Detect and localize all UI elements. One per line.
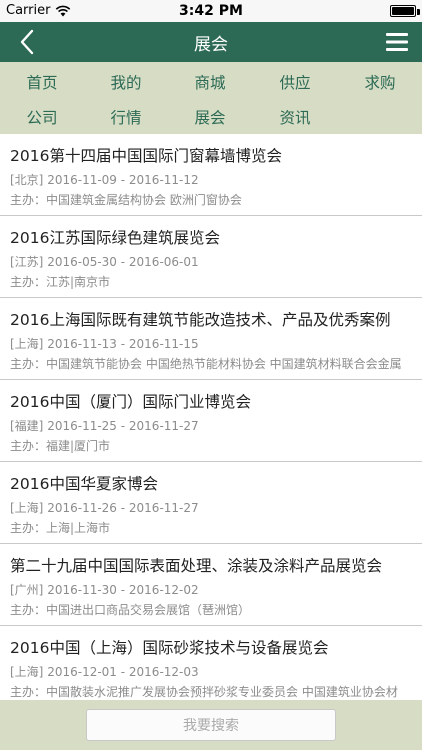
bottom-bar: 我要搜索 — [0, 700, 422, 750]
item-date-range: 2016-11-13 - 2016-11-15 — [47, 337, 199, 351]
item-date-range: 2016-05-30 - 2016-06-01 — [47, 255, 199, 269]
exhibition-list: 2016第十四届中国国际门窗幕墙博览会 [北京] 2016-11-09 - 20… — [0, 134, 422, 700]
item-region: [福建] — [10, 419, 44, 433]
category-market[interactable]: 行情 — [84, 99, 168, 135]
item-region: [上海] — [10, 665, 44, 679]
item-date-range: 2016-11-26 - 2016-11-27 — [47, 501, 199, 515]
page-title: 展会 — [194, 34, 228, 55]
category-news[interactable]: 资讯 — [253, 99, 337, 135]
category-supply[interactable]: 供应 — [253, 64, 337, 100]
category-home[interactable]: 首页 — [0, 64, 84, 100]
item-date-range: 2016-11-25 - 2016-11-27 — [47, 419, 199, 433]
category-exhibition[interactable]: 展会 — [168, 99, 252, 135]
item-dates: [江苏] 2016-05-30 - 2016-06-01 — [10, 253, 412, 271]
item-region: [江苏] — [10, 255, 44, 269]
item-dates: [上海] 2016-12-01 - 2016-12-03 — [10, 663, 412, 681]
item-region: [上海] — [10, 337, 44, 351]
battery-icon — [390, 5, 416, 17]
category-mall[interactable]: 商城 — [168, 64, 252, 100]
item-title: 2016中国（上海）国际砂浆技术与设备展览会 — [10, 639, 329, 657]
item-host: 主办：上海|上海市 — [10, 521, 111, 535]
item-date-range: 2016-11-09 - 2016-11-12 — [47, 173, 199, 187]
list-item[interactable]: 第二十九届中国国际表面处理、涂装及涂料产品展览会 [广州] 2016-11-30… — [0, 544, 422, 626]
item-dates: [广州] 2016-11-30 - 2016-12-02 — [10, 581, 412, 599]
category-purchase[interactable]: 求购 — [338, 64, 422, 100]
item-title: 2016上海国际既有建筑节能改造技术、产品及优秀案例 — [10, 311, 391, 329]
menu-button[interactable] — [384, 28, 412, 56]
status-time: 3:42 PM — [179, 3, 243, 19]
nav-bar: 展会 — [0, 22, 422, 62]
item-dates: [福建] 2016-11-25 - 2016-11-27 — [10, 417, 412, 435]
item-region: [广州] — [10, 583, 44, 597]
item-host: 主办：福建|厦门市 — [10, 439, 111, 453]
item-title: 2016中国（厦门）国际门业博览会 — [10, 393, 251, 411]
status-bar: Carrier 3:42 PM — [0, 0, 422, 22]
item-title: 2016江苏国际绿色建筑展览会 — [10, 229, 220, 247]
item-dates: [上海] 2016-11-13 - 2016-11-15 — [10, 335, 412, 353]
item-host: 主办：中国散装水泥推广发展协会预拌砂浆专业委员会 中国建筑业协会材 — [10, 685, 398, 699]
list-item[interactable]: 2016江苏国际绿色建筑展览会 [江苏] 2016-05-30 - 2016-0… — [0, 216, 422, 298]
list-item[interactable]: 2016中国（厦门）国际门业博览会 [福建] 2016-11-25 - 2016… — [0, 380, 422, 462]
chevron-left-icon — [20, 29, 34, 55]
back-button[interactable] — [14, 28, 42, 56]
item-region: [上海] — [10, 501, 44, 515]
item-title: 2016中国华夏家博会 — [10, 475, 158, 493]
item-host: 主办：中国建筑节能协会 中国绝热节能材料协会 中国建筑材料联合会金属 — [10, 357, 402, 371]
category-mine[interactable]: 我的 — [84, 64, 168, 100]
battery-tip — [417, 9, 420, 15]
item-dates: [上海] 2016-11-26 - 2016-11-27 — [10, 499, 412, 517]
item-host: 主办：中国进出口商品交易会展馆（琶洲馆） — [10, 603, 251, 617]
item-title: 第二十九届中国国际表面处理、涂装及涂料产品展览会 — [10, 557, 383, 575]
hamburger-menu-icon — [386, 33, 408, 51]
list-item[interactable]: 2016上海国际既有建筑节能改造技术、产品及优秀案例 [上海] 2016-11-… — [0, 298, 422, 380]
list-item[interactable]: 2016第十四届中国国际门窗幕墙博览会 [北京] 2016-11-09 - 20… — [0, 134, 422, 216]
item-date-range: 2016-12-01 - 2016-12-03 — [47, 665, 199, 679]
item-title: 2016第十四届中国国际门窗幕墙博览会 — [10, 147, 282, 165]
item-region: [北京] — [10, 173, 44, 187]
list-item[interactable]: 2016中国（上海）国际砂浆技术与设备展览会 [上海] 2016-12-01 -… — [0, 626, 422, 700]
category-menu: 首页 我的 商城 供应 求购 公司 行情 展会 资讯 — [0, 62, 422, 134]
category-company[interactable]: 公司 — [0, 99, 84, 135]
item-date-range: 2016-11-30 - 2016-12-02 — [47, 583, 199, 597]
item-dates: [北京] 2016-11-09 - 2016-11-12 — [10, 171, 412, 189]
list-item[interactable]: 2016中国华夏家博会 [上海] 2016-11-26 - 2016-11-27… — [0, 462, 422, 544]
item-host: 主办：江苏|南京市 — [10, 275, 111, 289]
item-host: 主办：中国建筑金属结构协会 欧洲门窗协会 — [10, 193, 242, 207]
search-button[interactable]: 我要搜索 — [86, 709, 336, 741]
